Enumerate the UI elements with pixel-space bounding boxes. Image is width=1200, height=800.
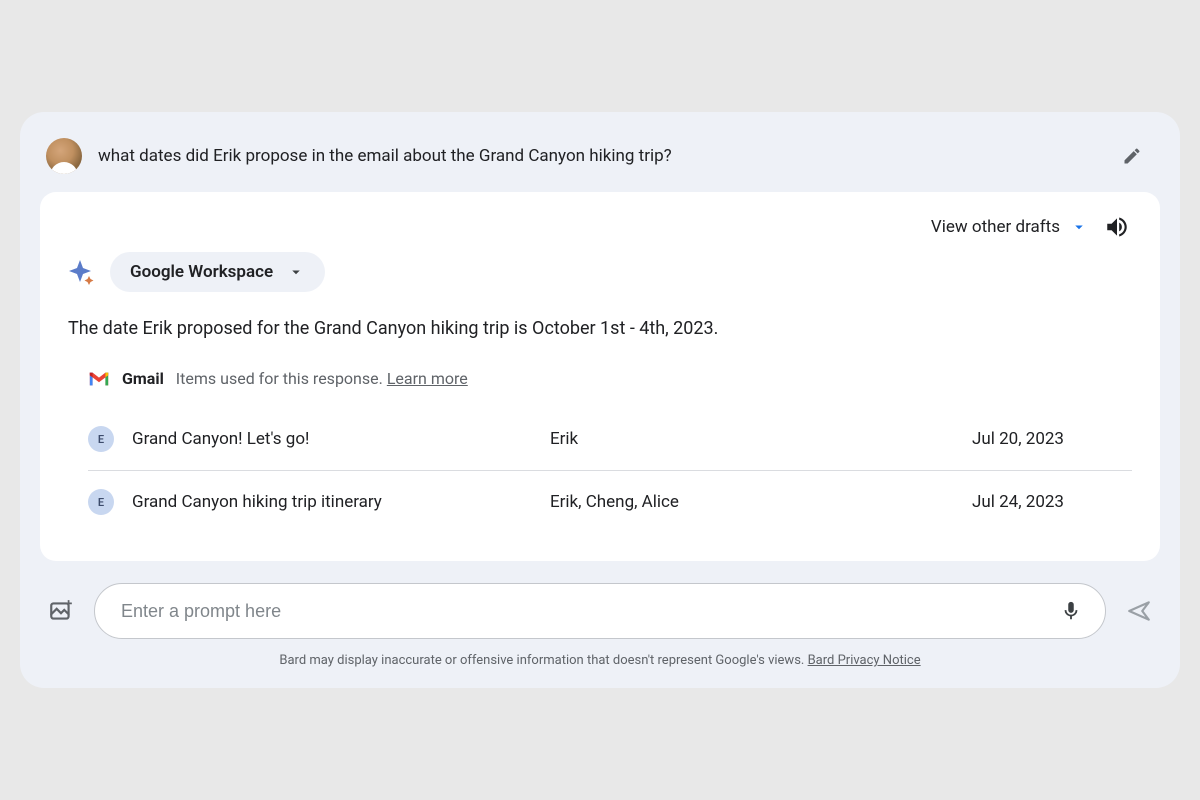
chevron-down-icon (1070, 218, 1088, 236)
workspace-chip[interactable]: Google Workspace (110, 252, 325, 292)
source-description: Items used for this response. Learn more (176, 369, 468, 388)
user-prompt-row: what dates did Erik propose in the email… (40, 132, 1160, 192)
view-other-drafts-label: View other drafts (931, 217, 1060, 237)
extension-chip-row: Google Workspace (68, 252, 1132, 292)
prompt-input-row (40, 583, 1160, 639)
sender-badge: E (88, 426, 114, 452)
view-other-drafts-button[interactable]: View other drafts (931, 217, 1088, 237)
response-toolbar: View other drafts (68, 212, 1132, 248)
microphone-icon (1060, 600, 1082, 622)
disclaimer: Bard may display inaccurate or offensive… (40, 653, 1160, 668)
email-date: Jul 20, 2023 (972, 429, 1132, 449)
prompt-input-container (94, 583, 1106, 639)
source-attribution: Gmail Items used for this response. Lear… (68, 369, 1132, 388)
response-card: View other drafts Google Workspace The d… (40, 192, 1160, 561)
source-app-label: Gmail (122, 369, 164, 388)
email-item[interactable]: E Grand Canyon hiking trip itinerary Eri… (68, 471, 1132, 533)
mic-button[interactable] (1057, 597, 1085, 625)
email-subject: Grand Canyon! Let's go! (132, 429, 532, 449)
read-aloud-button[interactable] (1102, 212, 1132, 242)
sender-badge: E (88, 489, 114, 515)
gmail-icon (88, 370, 110, 388)
email-from: Erik, Cheng, Alice (550, 492, 954, 512)
privacy-notice-link[interactable]: Bard Privacy Notice (808, 653, 921, 668)
email-from: Erik (550, 429, 954, 449)
speaker-icon (1104, 214, 1130, 240)
learn-more-link[interactable]: Learn more (387, 369, 468, 388)
upload-image-button[interactable] (46, 596, 76, 626)
email-item[interactable]: E Grand Canyon! Let's go! Erik Jul 20, 2… (68, 408, 1132, 470)
chevron-down-icon (287, 263, 305, 281)
email-date: Jul 24, 2023 (972, 492, 1132, 512)
email-subject: Grand Canyon hiking trip itinerary (132, 492, 532, 512)
prompt-input[interactable] (121, 601, 1045, 622)
chat-container: what dates did Erik propose in the email… (20, 112, 1180, 688)
bard-sparkle-icon (68, 258, 96, 286)
response-text: The date Erik proposed for the Grand Can… (68, 316, 1132, 341)
user-avatar (46, 138, 82, 174)
disclaimer-text: Bard may display inaccurate or offensive… (279, 653, 804, 668)
workspace-chip-label: Google Workspace (130, 262, 273, 282)
send-icon (1126, 598, 1152, 624)
user-prompt-text: what dates did Erik propose in the email… (98, 146, 1098, 166)
pencil-icon (1122, 146, 1142, 166)
edit-prompt-button[interactable] (1114, 138, 1150, 174)
send-button[interactable] (1124, 596, 1154, 626)
image-plus-icon (48, 598, 74, 624)
